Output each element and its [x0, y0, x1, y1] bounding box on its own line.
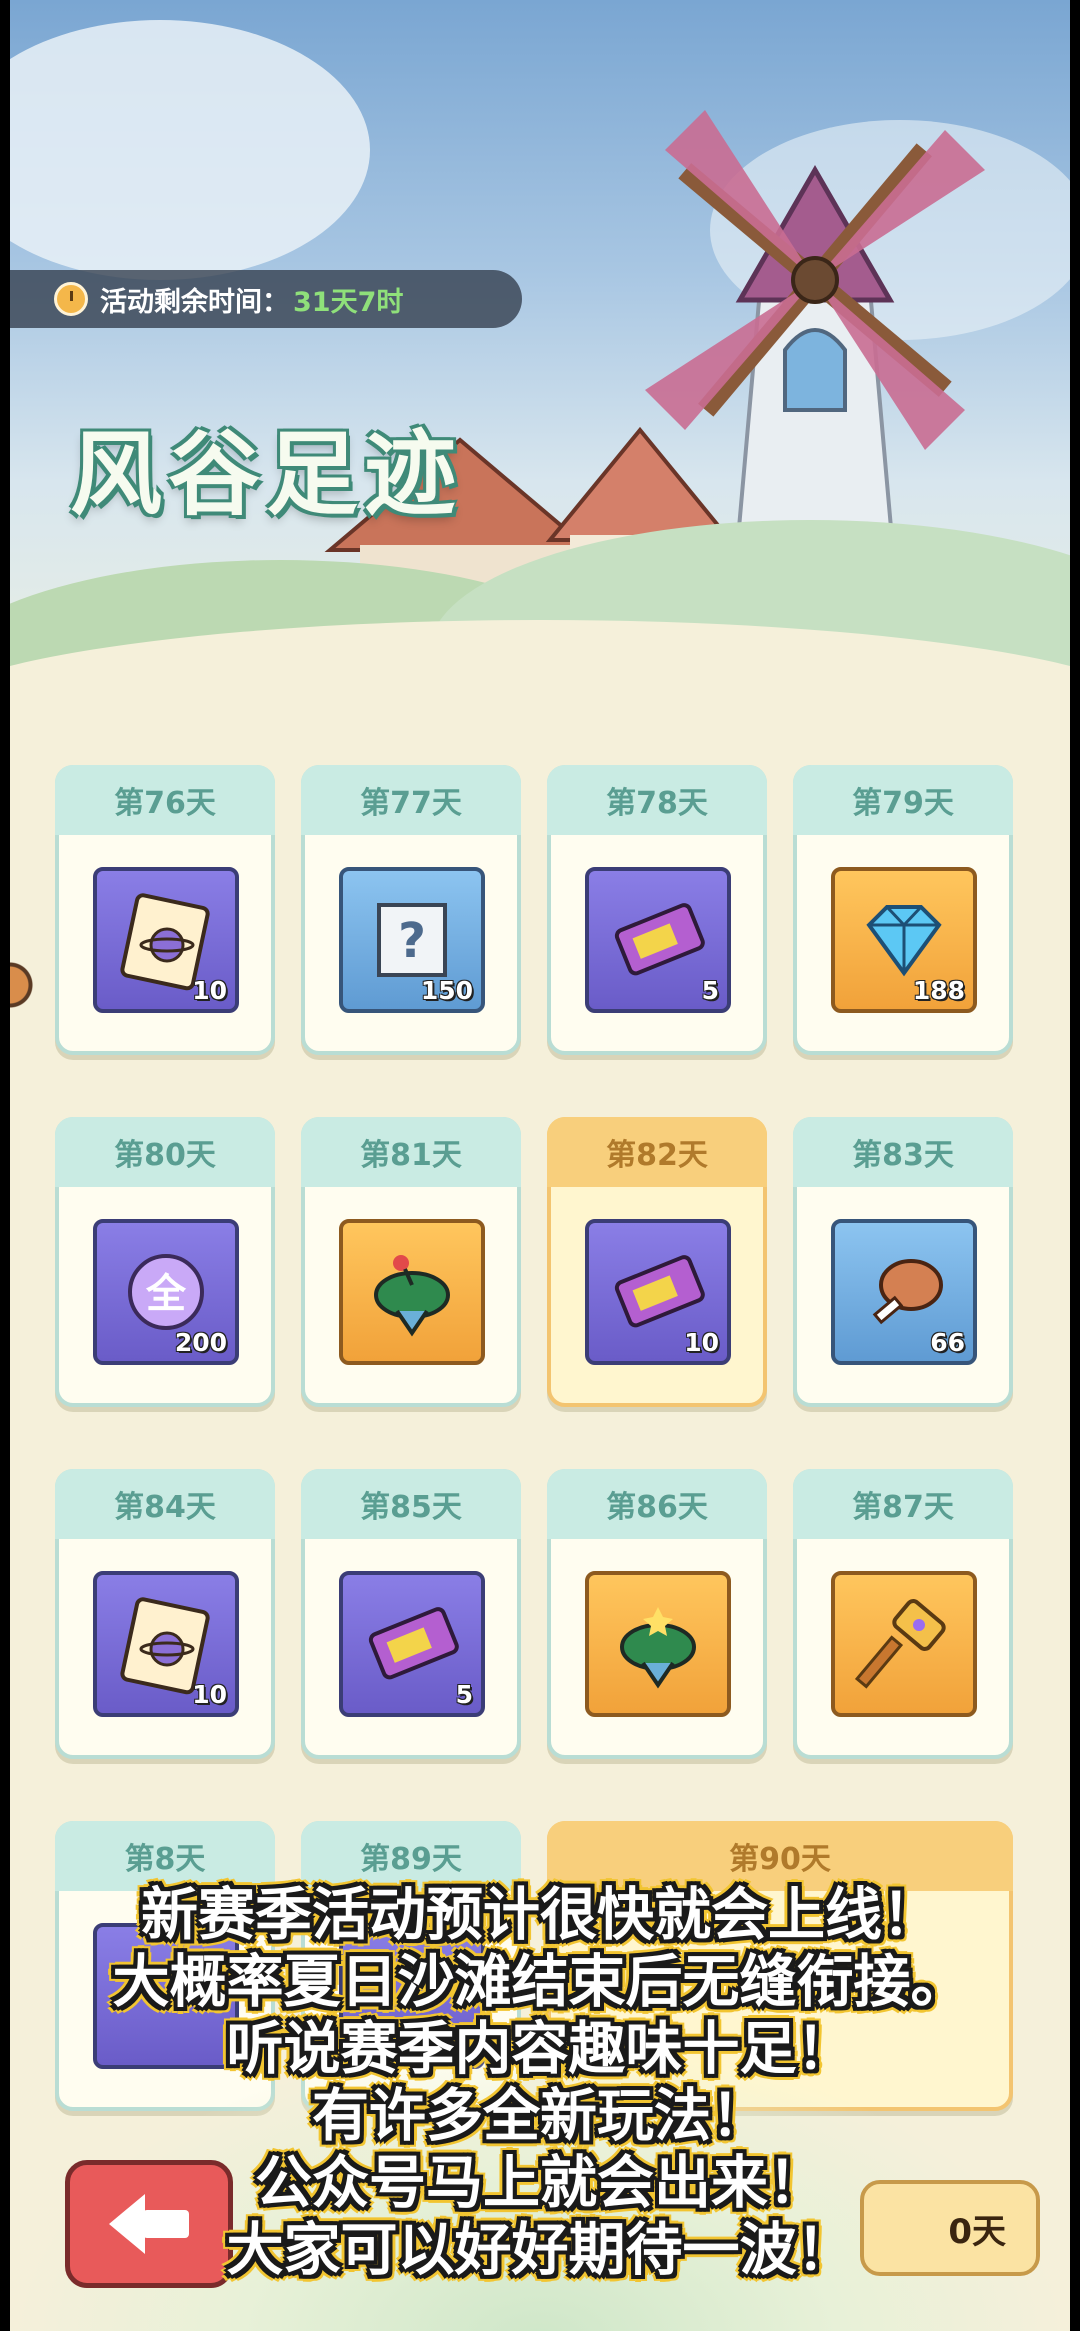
event-banner: 活动剩余时间： 31天7时 风谷足迹 [10, 0, 1070, 690]
card-day-label: 第84天 [55, 1469, 275, 1539]
subtitle-line: 听说赛季内容趣味十足！ [226, 2016, 854, 2082]
event-timer: 活动剩余时间： 31天7时 [10, 270, 522, 328]
reward-tile: 5 [339, 1571, 485, 1717]
clock-icon [54, 282, 88, 316]
reward-card-day86[interactable]: 第86天 [547, 1469, 767, 1759]
reward-quantity: 150 [420, 976, 473, 1005]
golden-hammer-icon [835, 1575, 973, 1713]
reward-quantity: 10 [192, 976, 227, 1005]
reward-quantity: 200 [174, 1328, 227, 1357]
card-day-label: 第83天 [793, 1117, 1013, 1187]
reward-card-day83[interactable]: 第83天 66 [793, 1117, 1013, 1407]
card-day-label: 第82天 [547, 1117, 767, 1187]
reward-quantity: 10 [684, 1328, 719, 1357]
reward-quantity: 66 [930, 1328, 965, 1357]
event-title: 风谷足迹 [70, 420, 463, 528]
video-subtitles: 新赛季活动预计很快就会上线！ 大概率夏日沙滩结束后无缝衔接。 听说赛季内容趣味十… [0, 1882, 1080, 2284]
timer-label: 活动剩余时间： [100, 286, 289, 318]
card-day-label: 第80天 [55, 1117, 275, 1187]
card-day-label: 第8天 [55, 1821, 275, 1891]
reward-tile: 66 [831, 1219, 977, 1365]
card-day-label: 第79天 [793, 765, 1013, 835]
card-day-label: 第77天 [301, 765, 521, 835]
reward-quantity: 5 [455, 1680, 473, 1709]
card-day-label: 第76天 [55, 765, 275, 835]
reward-tile: 10 [585, 1219, 731, 1365]
card-day-label: 第78天 [547, 765, 767, 835]
reward-tile [585, 1571, 731, 1717]
reward-card-day87[interactable]: 第87天 [793, 1469, 1013, 1759]
reward-tile: 5 [585, 867, 731, 1013]
reward-tile [339, 1219, 485, 1365]
svg-text:?: ? [398, 913, 426, 969]
reward-card-day80[interactable]: 第80天 全 200 [55, 1117, 275, 1407]
card-day-label: 第89天 [301, 1821, 521, 1891]
subtitle-line: 有许多全新玩法！ [312, 2083, 768, 2149]
subtitle-line: 大概率夏日沙滩结束后无缝衔接。 [112, 1949, 968, 2015]
card-day-label: 第87天 [793, 1469, 1013, 1539]
reward-card-day77[interactable]: 第77天 ? 150 [301, 765, 521, 1055]
svg-text:全: 全 [145, 1271, 187, 1317]
reward-card-day84[interactable]: 第84天 10 [55, 1469, 275, 1759]
reward-card-day79[interactable]: 第79天 188 [793, 765, 1013, 1055]
spinning-top-icon [343, 1223, 481, 1361]
reward-quantity: 188 [912, 976, 965, 1005]
reward-tile [831, 1571, 977, 1717]
reward-tile: 全 200 [93, 1219, 239, 1365]
card-day-label: 第85天 [301, 1469, 521, 1539]
subtitle-line: 新赛季活动预计很快就会上线！ [141, 1882, 939, 1948]
reward-tile: 188 [831, 867, 977, 1013]
reward-tile: ? 150 [339, 867, 485, 1013]
subtitle-line: 大家可以好好期待一波！ [226, 2217, 854, 2283]
reward-tile: 10 [93, 1571, 239, 1717]
reward-quantity: 5 [701, 976, 719, 1005]
reward-card-day85[interactable]: 第85天 5 [301, 1469, 521, 1759]
spinning-top-icon [589, 1575, 727, 1713]
timer-value: 31天7时 [293, 286, 404, 318]
reward-card-day76[interactable]: 第76天 10 [55, 765, 275, 1055]
card-day-label: 第81天 [301, 1117, 521, 1187]
reward-card-day82[interactable]: 第82天 10 [547, 1117, 767, 1407]
reward-quantity: 10 [192, 1680, 227, 1709]
card-day-label: 第90天 [547, 1821, 1013, 1891]
subtitle-line: 公众号马上就会出来！ [255, 2150, 825, 2216]
card-day-label: 第86天 [547, 1469, 767, 1539]
character-peek-icon [10, 930, 40, 1040]
reward-tile: 10 [93, 867, 239, 1013]
reward-card-day78[interactable]: 第78天 5 [547, 765, 767, 1055]
reward-card-day81[interactable]: 第81天 [301, 1117, 521, 1407]
